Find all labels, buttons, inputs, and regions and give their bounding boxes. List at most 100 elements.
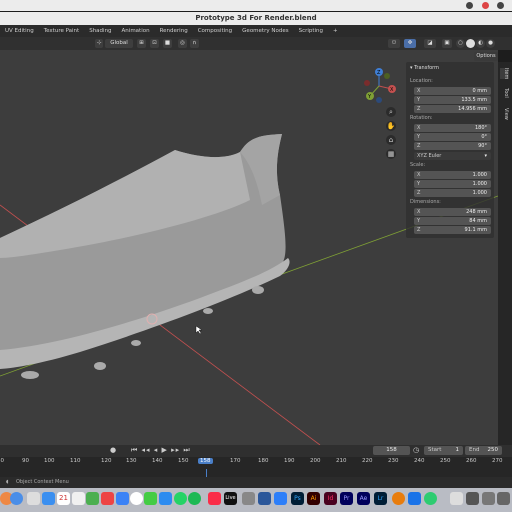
after-effects-icon[interactable]: Ae <box>357 492 370 505</box>
add-workspace-button[interactable]: + <box>328 28 343 34</box>
dimensions-z-field[interactable]: Z 91.1 mm <box>414 226 491 234</box>
rotation-label: Rotation: <box>410 115 433 121</box>
scale-z-field[interactable]: Z 1.000 <box>414 189 491 197</box>
itunes-icon[interactable] <box>208 492 221 505</box>
control-center-icon[interactable] <box>497 2 504 9</box>
launchpad-icon[interactable] <box>27 492 40 505</box>
rotation-z-field[interactable]: Z 90° <box>414 142 491 150</box>
proportional-edit-icon[interactable]: ◎ <box>178 39 187 48</box>
tab-uv-editing[interactable]: UV Editing <box>0 28 39 34</box>
xray-icon[interactable]: ▣ <box>442 39 452 48</box>
photoshop-icon[interactable]: Ps <box>291 492 304 505</box>
snap-icon[interactable]: ⊞ <box>137 39 146 48</box>
snapping-icon[interactable]: ⊡ <box>150 39 159 48</box>
options-button[interactable]: Options <box>474 52 498 61</box>
system-preferences-icon[interactable] <box>242 492 255 505</box>
maps-app-icon[interactable] <box>408 492 421 505</box>
pan-hand-icon[interactable]: ✋ <box>386 121 396 131</box>
status-bar: ◖ Object Context Menu <box>0 477 512 488</box>
tab-animation[interactable]: Animation <box>117 28 155 34</box>
location-x-field[interactable]: X0 mm <box>414 87 491 95</box>
stud <box>21 371 39 379</box>
tab-shading[interactable]: Shading <box>84 28 116 34</box>
photos-icon[interactable] <box>116 492 129 505</box>
workspace-tabs: UV Editing Texture Paint Shading Animati… <box>0 25 512 37</box>
pivot-icon[interactable]: ⊹ <box>95 39 103 48</box>
frame-ruler[interactable]: 80 90 100 110 120 130 140 150 158 170 18… <box>0 458 512 469</box>
record-icon[interactable]: ● <box>110 446 116 454</box>
visibility-icon[interactable]: ⚇ <box>388 39 400 48</box>
window-title: Prototype 3d For Render.blend <box>0 12 512 25</box>
scale-y-field[interactable]: Y 1.000 <box>414 180 491 188</box>
messages-icon[interactable] <box>144 492 157 505</box>
tab-scripting[interactable]: Scripting <box>294 28 328 34</box>
spotify-icon[interactable] <box>188 492 201 505</box>
music-icon[interactable] <box>101 492 114 505</box>
ruler-tick: 170 <box>230 458 241 464</box>
overlay-icon[interactable]: ◪ <box>424 39 436 48</box>
notes-icon[interactable] <box>72 492 85 505</box>
ableton-icon[interactable]: Live <box>224 492 237 505</box>
illustrator-icon[interactable]: Ai <box>307 492 320 505</box>
tab-geometry-nodes[interactable]: Geometry Nodes <box>237 28 293 34</box>
tab-tool[interactable]: Tool <box>500 88 509 98</box>
wifi-icon[interactable] <box>466 2 473 9</box>
ruler-tick: 150 <box>178 458 189 464</box>
word-icon[interactable] <box>258 492 271 505</box>
blender-icon[interactable] <box>392 492 405 505</box>
ruler-tick: 140 <box>152 458 163 464</box>
material-shading-icon[interactable]: ◐ <box>476 39 485 48</box>
calendar-icon[interactable]: 21 <box>57 492 70 505</box>
rotation-y-field[interactable]: Y 0° <box>414 133 491 141</box>
rotation-x-field[interactable]: X 180° <box>414 124 491 132</box>
tab-compositing[interactable]: Compositing <box>193 28 237 34</box>
profile-icon[interactable] <box>482 2 489 9</box>
tab-item[interactable]: Item <box>500 68 509 80</box>
rotation-mode-select[interactable]: XYZ Euler ▾ <box>414 152 491 160</box>
rendered-shading-icon[interactable]: ● <box>486 39 495 48</box>
maps-icon[interactable] <box>86 492 99 505</box>
lightroom-icon[interactable]: Lr <box>374 492 387 505</box>
dimensions-y-field[interactable]: Y 84 mm <box>414 217 491 225</box>
perspective-grid-icon[interactable]: ▦ <box>386 149 396 159</box>
clock-icon[interactable]: ◷ <box>413 446 419 454</box>
end-frame-field[interactable]: End 250 <box>465 446 502 455</box>
gizmo-toggle-icon[interactable]: ✥ <box>404 39 416 48</box>
tab-view[interactable]: View <box>500 108 509 120</box>
snap-target-icon[interactable]: ■ <box>163 39 172 48</box>
solid-shading-icon[interactable] <box>466 39 475 48</box>
playback-buttons[interactable]: ⏮ ◂◂ ◂ ▶ ▸▸ ⏭ <box>131 446 191 455</box>
scale-x-field[interactable]: X 1.000 <box>414 171 491 179</box>
ruler-tick: 180 <box>258 458 269 464</box>
playhead-frame[interactable]: 158 <box>198 458 213 464</box>
facetime-icon[interactable] <box>159 492 172 505</box>
current-frame-field[interactable]: 158 <box>373 446 410 455</box>
camera-icon[interactable]: ⌂ <box>386 135 396 145</box>
navigation-gizmo[interactable]: Z X Y <box>362 66 396 106</box>
ruler-tick: 270 <box>492 458 503 464</box>
premiere-icon[interactable]: Pr <box>340 492 353 505</box>
zoom-icon[interactable]: ⌕ <box>386 107 396 117</box>
location-y-field[interactable]: Y 133.5 mm <box>414 96 491 104</box>
window-thumbnail-icon[interactable] <box>466 492 479 505</box>
chat-icon[interactable] <box>424 492 437 505</box>
preview-icon[interactable] <box>450 492 463 505</box>
transform-orientation-select[interactable]: Global <box>105 39 133 48</box>
safari-icon[interactable] <box>42 492 55 505</box>
window-thumbnail-icon[interactable] <box>497 492 510 505</box>
gallery-icon[interactable] <box>130 492 143 505</box>
window-thumbnail-icon[interactable] <box>482 492 495 505</box>
start-frame-field[interactable]: Start 1 <box>424 446 463 455</box>
indesign-icon[interactable]: Id <box>324 492 337 505</box>
wireframe-shading-icon[interactable]: ○ <box>456 39 465 48</box>
whatsapp-icon[interactable] <box>174 492 187 505</box>
tab-texture-paint[interactable]: Texture Paint <box>39 28 85 34</box>
dimensions-x-field[interactable]: X 248 mm <box>414 208 491 216</box>
falloff-icon[interactable]: ∩ <box>190 39 199 48</box>
chrome-icon[interactable] <box>10 492 23 505</box>
transform-panel-title[interactable]: ▾ Transform <box>410 65 439 71</box>
location-z-field[interactable]: Z 14.956 mm <box>414 105 491 113</box>
stud <box>94 362 106 370</box>
tab-rendering[interactable]: Rendering <box>155 28 193 34</box>
zoom-app-icon[interactable] <box>274 492 287 505</box>
